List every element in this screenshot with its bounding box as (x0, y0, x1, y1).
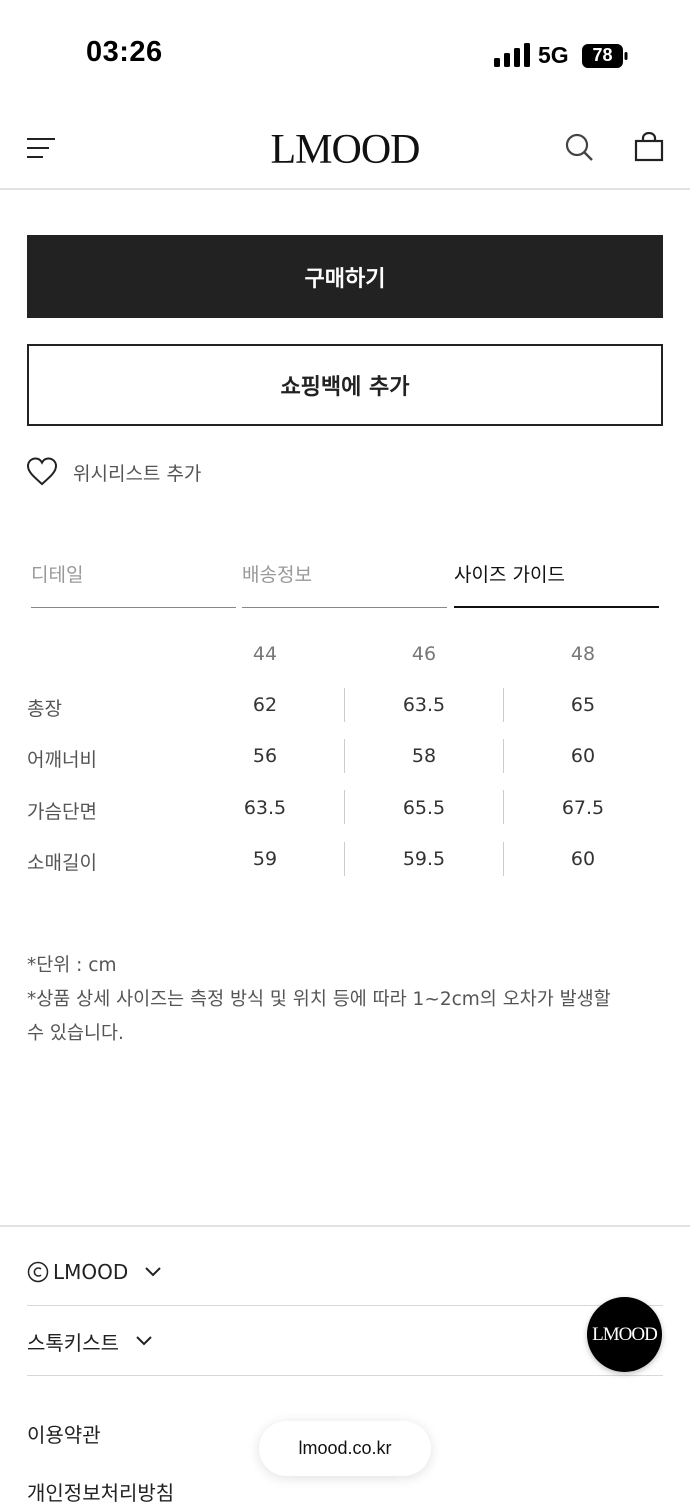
unit-note: *단위 : cm (27, 955, 117, 976)
row-label: 어깨너비 (27, 749, 97, 771)
column-divider (503, 790, 504, 824)
table-cell: 63.5 (243, 797, 287, 819)
disclaimer-note-cont: 수 있습니다. (27, 1023, 124, 1044)
footer-terms-link[interactable]: 이용약관 (27, 1418, 101, 1448)
table-cell: 62 (252, 694, 278, 716)
tab-label: 배송정보 (242, 564, 312, 586)
disclaimer-note: *상품 상세 사이즈는 측정 방식 및 위치 등에 따라 1~2cm의 오차가 … (27, 989, 611, 1010)
floating-logo-button[interactable]: LMOOD (587, 1297, 662, 1372)
table-cell: 67.5 (561, 797, 605, 819)
buy-button[interactable]: 구매하기 (27, 235, 663, 318)
table-cell: 65.5 (402, 797, 446, 819)
battery-level: 78 (592, 45, 613, 65)
column-divider (503, 842, 504, 876)
browser-url-pill[interactable]: lmood.co.kr (259, 1421, 431, 1476)
shopping-bag-icon[interactable] (634, 132, 664, 162)
table-cell: 58 (411, 745, 437, 767)
footer-stockist-toggle[interactable]: 스톡키스트 (27, 1326, 153, 1356)
search-icon[interactable] (565, 133, 595, 163)
chevron-down-icon (145, 1267, 162, 1277)
table-cell: 63.5 (402, 694, 446, 716)
column-divider (344, 688, 345, 722)
table-cell: 60 (570, 848, 596, 870)
footer-divider (27, 1375, 663, 1376)
status-time: 03:26 (86, 36, 163, 68)
table-cell: 59.5 (402, 848, 446, 870)
footer-copyright-label: LMOOD (53, 1260, 129, 1284)
tab-label: 사이즈 가이드 (454, 564, 565, 586)
column-divider (344, 790, 345, 824)
column-divider (503, 688, 504, 722)
table-cell: 65 (570, 694, 596, 716)
size-header: 44 (252, 643, 278, 665)
tab-label: 디테일 (31, 564, 84, 586)
column-divider (344, 739, 345, 773)
table-cell: 59 (252, 848, 278, 870)
footer-stockist-label: 스톡키스트 (27, 1330, 119, 1355)
heart-icon (27, 457, 57, 486)
tab-size-guide[interactable]: 사이즈 가이드 (454, 560, 659, 608)
column-divider (503, 739, 504, 773)
tab-shipping[interactable]: 배송정보 (242, 560, 447, 608)
footer-copyright-toggle[interactable]: LMOOD (27, 1257, 162, 1287)
table-cell: 60 (570, 745, 596, 767)
column-divider (344, 842, 345, 876)
size-header: 46 (411, 643, 437, 665)
footer-divider (27, 1305, 663, 1306)
battery-icon: 78 (582, 44, 628, 68)
table-cell: 56 (252, 745, 278, 767)
copyright-icon (27, 1261, 49, 1283)
wishlist-button[interactable]: 위시리스트 추가 (27, 455, 201, 489)
wishlist-label: 위시리스트 추가 (73, 462, 202, 485)
row-label: 가슴단면 (27, 801, 97, 823)
footer-privacy-link[interactable]: 개인정보처리방침 (27, 1476, 174, 1506)
row-label: 총장 (27, 698, 62, 720)
tab-detail[interactable]: 디테일 (31, 560, 236, 608)
signal-icon (494, 43, 530, 67)
size-header: 48 (570, 643, 596, 665)
add-to-bag-button[interactable]: 쇼핑백에 추가 (27, 344, 663, 426)
chevron-down-icon (136, 1336, 152, 1346)
network-label: 5G (538, 42, 569, 68)
footer-divider (0, 1225, 690, 1227)
row-label: 소매길이 (27, 852, 97, 874)
